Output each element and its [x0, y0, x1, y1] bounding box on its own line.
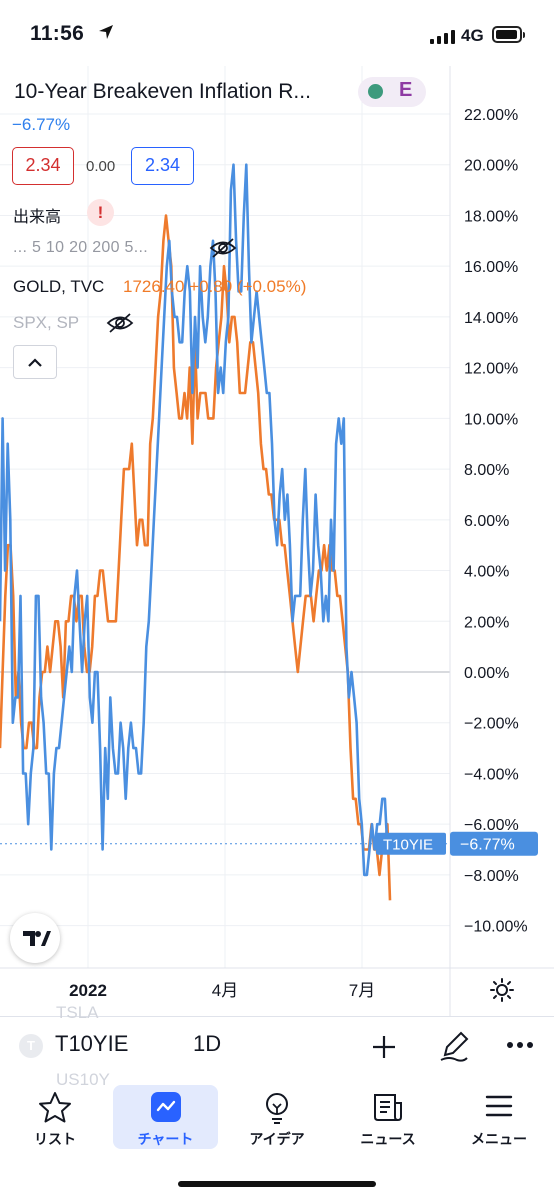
status-time: 11:56: [30, 22, 85, 45]
network-type: 4G: [461, 26, 484, 45]
last-value-price-label: −6.77%: [460, 837, 515, 854]
symbol-logo-icon: T: [19, 1034, 43, 1058]
tab-watchlist[interactable]: リスト: [0, 1085, 110, 1149]
volume-indicator-label[interactable]: 出来高: [13, 203, 61, 227]
y-tick-label: −2.00%: [464, 716, 519, 733]
y-tick-label: 18.00%: [464, 208, 518, 225]
y-tick-label: −10.00%: [464, 919, 528, 936]
x-tick-label: 4月: [212, 981, 238, 1000]
y-tick-label: −4.00%: [464, 766, 519, 783]
signal-icon: [430, 30, 455, 44]
warning-icon[interactable]: !: [87, 199, 114, 226]
buy-price-button[interactable]: 2.34: [131, 147, 194, 185]
y-tick-label: 8.00%: [464, 462, 509, 479]
drawing-pen-icon[interactable]: [437, 1029, 471, 1063]
chart-settings-icon[interactable]: [488, 976, 516, 1004]
y-tick-label: 12.00%: [464, 361, 518, 378]
compare-symbol-gold[interactable]: GOLD, TVC: [13, 277, 104, 297]
tab-menu[interactable]: メニュー: [444, 1085, 554, 1149]
y-tick-label: 10.00%: [464, 411, 518, 428]
chart-icon: [150, 1092, 181, 1122]
tab-label: ニュース: [360, 1131, 416, 1147]
market-status-icon: [368, 84, 383, 99]
tab-label: リスト: [34, 1131, 76, 1147]
last-value-symbol-label: T10YIE: [383, 837, 433, 854]
symbol-picker-prev[interactable]: TSLA: [56, 1003, 99, 1023]
battery-icon: [492, 26, 525, 43]
y-tick-label: 4.00%: [464, 564, 509, 581]
sell-price-button[interactable]: 2.34: [12, 147, 74, 185]
tab-label: メニュー: [471, 1131, 527, 1147]
spread-value: 0.00: [86, 158, 116, 175]
eye-hidden-icon[interactable]: [105, 311, 135, 335]
y-tick-label: 14.00%: [464, 310, 518, 327]
home-indicator: [178, 1181, 376, 1187]
interval-selector[interactable]: 1D: [193, 1031, 221, 1057]
chart-title[interactable]: 10-Year Breakeven Inflation R...: [14, 80, 311, 104]
y-tick-label: −6.00%: [464, 817, 519, 834]
tab-news[interactable]: ニュース: [333, 1085, 443, 1149]
collapse-legend-button[interactable]: [13, 345, 57, 379]
more-options-icon[interactable]: [506, 1041, 534, 1049]
menu-icon: [485, 1095, 513, 1117]
lightbulb-icon: [266, 1093, 288, 1124]
x-tick-label: 2022: [69, 981, 107, 1000]
compare-symbol-spx[interactable]: SPX, SP: [13, 313, 79, 333]
tradingview-logo-icon: [23, 931, 51, 946]
tab-label: アイデア: [249, 1131, 305, 1147]
location-arrow-icon: [99, 25, 113, 39]
price-chart[interactable]: 22.00% 20.00% 18.00% 16.00% 14.00% 12.00% 10.0…: [0, 66, 554, 1016]
eye-hidden-icon[interactable]: [208, 236, 238, 260]
chevron-up-icon: [28, 358, 42, 367]
tab-ideas[interactable]: アイデア: [222, 1085, 332, 1149]
y-tick-label: 6.00%: [464, 513, 509, 530]
tab-label: チャート: [137, 1131, 194, 1147]
compare-values-gold: 1726.40 +0.80 (+0.05%): [123, 277, 307, 296]
add-icon[interactable]: [370, 1033, 398, 1061]
moving-average-legend[interactable]: ... 5 10 20 200 5...: [13, 239, 148, 257]
news-icon: [374, 1094, 402, 1121]
star-icon: [39, 1092, 71, 1123]
tradingview-logo[interactable]: [10, 913, 60, 963]
y-tick-label: 20.00%: [464, 158, 518, 175]
earnings-badge[interactable]: E: [399, 79, 412, 102]
y-tick-label: 0.00%: [464, 665, 509, 682]
tab-chart[interactable]: チャート: [113, 1085, 218, 1149]
y-tick-label: 22.00%: [464, 107, 518, 124]
y-tick-label: 16.00%: [464, 259, 518, 276]
x-tick-label: 7月: [349, 981, 375, 1000]
y-tick-label: 2.00%: [464, 614, 509, 631]
y-tick-label: −8.00%: [464, 868, 519, 885]
symbol-selector[interactable]: T10YIE: [55, 1031, 128, 1057]
change-percent: −6.77%: [12, 115, 71, 134]
